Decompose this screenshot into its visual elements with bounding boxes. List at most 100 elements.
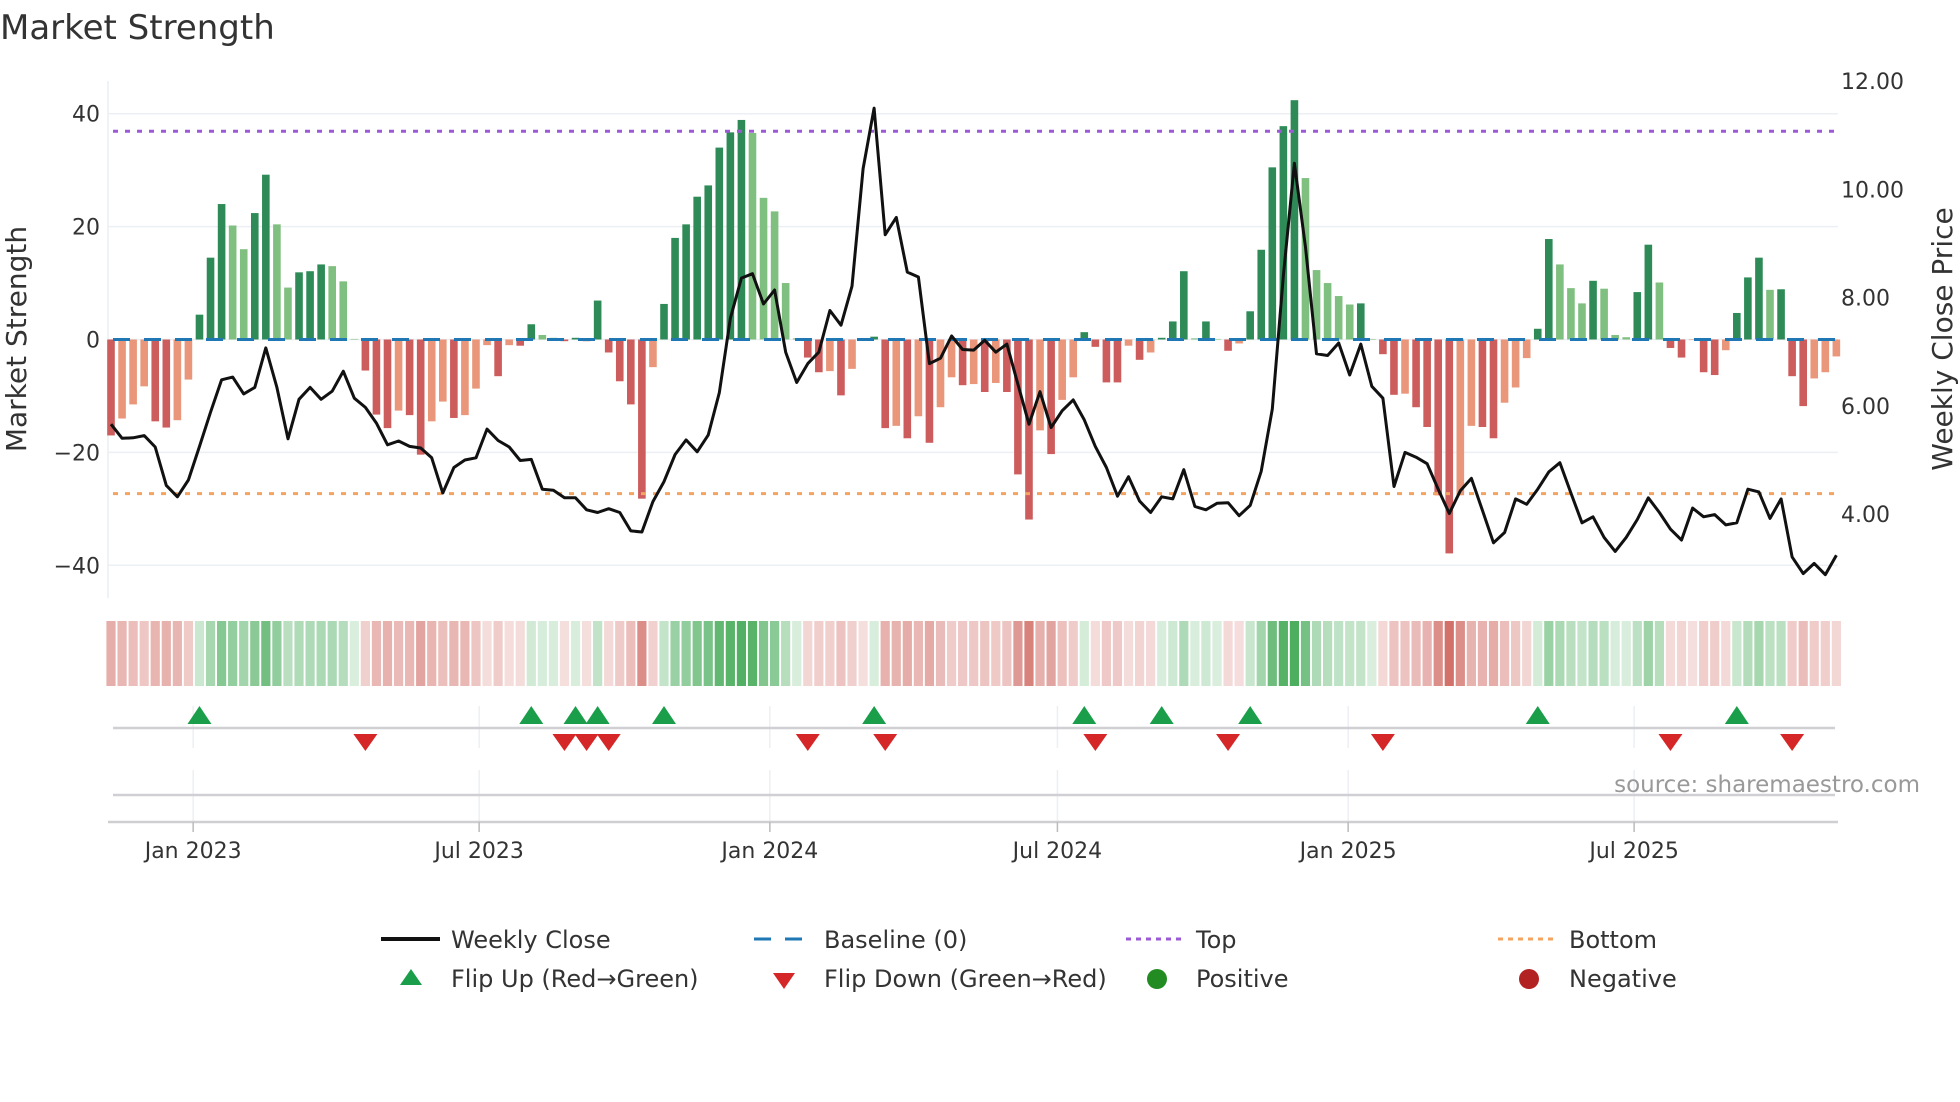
heat-cell <box>482 621 492 686</box>
heat-cell <box>139 621 149 686</box>
strength-bar <box>615 339 624 382</box>
strength-bar <box>1180 271 1188 340</box>
positive-icon <box>1147 969 1167 989</box>
strength-bar <box>151 339 160 422</box>
heat-cell <box>1665 621 1676 686</box>
heat-cell <box>1599 621 1609 686</box>
strength-bar <box>803 339 812 358</box>
heat-cell <box>803 621 813 686</box>
strength-bar <box>1036 339 1044 431</box>
heat-cell <box>913 621 923 686</box>
strength-bar <box>416 339 425 455</box>
heat-cell <box>205 621 216 686</box>
strength-bar <box>1445 339 1454 554</box>
strength-bar <box>682 224 690 340</box>
strength-bar <box>250 213 259 340</box>
heat-cell <box>1090 621 1100 686</box>
strength-bar <box>1799 339 1807 407</box>
heat-cell <box>161 621 171 686</box>
flip-down-marker <box>1780 734 1805 751</box>
strength-bar <box>140 339 148 387</box>
heat-cell <box>1323 621 1333 686</box>
heat-cell <box>1687 621 1698 686</box>
strength-bar <box>1600 288 1608 340</box>
heat-cell <box>449 621 459 686</box>
heat-cell <box>891 621 901 686</box>
x-axis-ticks: Jan 2023 Jul 2023 Jan 2024 Jul 2024 Jan 2025… <box>143 822 1679 864</box>
heat-cell <box>150 621 160 686</box>
right-axis-title: Weekly Close Price <box>1926 207 1959 470</box>
strength-bar <box>1556 264 1564 340</box>
strength-bar <box>1412 339 1420 408</box>
heat-cell <box>1809 621 1819 686</box>
strength-bar <box>1810 339 1819 379</box>
strength-bar <box>239 249 248 340</box>
strength-bar <box>273 224 281 340</box>
heat-cell <box>1157 621 1167 686</box>
heat-cell <box>1002 621 1012 686</box>
heat-cell <box>1046 621 1056 686</box>
heat-cell <box>902 621 912 686</box>
strength-bar <box>1500 339 1509 403</box>
strength-bar <box>439 339 447 402</box>
flip-up-marker <box>862 706 887 724</box>
heat-cell <box>471 621 481 686</box>
flip-up-marker <box>519 706 544 724</box>
heat-cell <box>172 621 182 686</box>
heat-cell <box>261 621 271 686</box>
strength-bar <box>1456 339 1465 496</box>
heat-cell <box>1422 621 1432 686</box>
legend: Weekly Close Baseline (0) Top Bottom Fli… <box>381 926 1677 993</box>
heat-cell <box>1676 621 1687 686</box>
strength-bar <box>361 339 370 371</box>
heat-cell <box>1588 621 1598 686</box>
heat-cell <box>1699 621 1709 686</box>
strength-bar <box>992 339 1000 383</box>
heat-cell <box>1179 621 1189 686</box>
heat-cell <box>1334 621 1344 686</box>
heat-cell <box>1511 621 1521 686</box>
heat-cell <box>1466 621 1476 686</box>
strength-bar <box>162 339 171 428</box>
strength-bar <box>980 339 989 392</box>
heat-cell <box>1278 621 1288 686</box>
heat-cell <box>1400 621 1410 686</box>
strength-bar <box>1257 249 1266 340</box>
heat-cell <box>360 621 370 686</box>
strength-bar <box>1655 282 1664 340</box>
heat-cell <box>106 621 116 686</box>
strength-bar <box>660 303 668 340</box>
strength-bar <box>715 147 724 340</box>
heat-cell <box>559 621 570 686</box>
heat-cell <box>327 621 337 686</box>
heat-cell <box>1190 621 1200 686</box>
legend-bottom-label: Bottom <box>1569 926 1657 954</box>
strength-bar <box>1290 100 1299 340</box>
heat-cell <box>316 621 326 686</box>
strength-bar <box>1699 339 1708 373</box>
strength-bar <box>1467 339 1476 426</box>
strength-bar <box>1545 239 1553 340</box>
heat-cell <box>1621 621 1631 686</box>
heat-cell <box>272 621 282 686</box>
heat-cell <box>1057 621 1067 686</box>
strength-bar <box>1246 311 1254 340</box>
strength-bar <box>1567 288 1575 340</box>
strength-bar <box>1522 339 1531 359</box>
heat-cell <box>858 621 868 686</box>
heat-cell <box>725 621 735 686</box>
strength-bar <box>1124 339 1133 346</box>
heat-cell <box>1765 621 1775 686</box>
strength-bar <box>593 300 602 340</box>
strength-bar <box>383 339 392 429</box>
strength-bar <box>1489 339 1498 439</box>
strength-bar <box>1401 339 1409 394</box>
heat-cell <box>714 621 724 686</box>
strength-bar <box>107 339 115 436</box>
heat-cell <box>349 621 359 686</box>
strength-bar <box>881 339 889 429</box>
strength-bar <box>1832 339 1841 357</box>
strength-bar <box>604 339 613 353</box>
strength-bar <box>1334 296 1343 340</box>
y-tick-label: −20 <box>54 441 100 466</box>
